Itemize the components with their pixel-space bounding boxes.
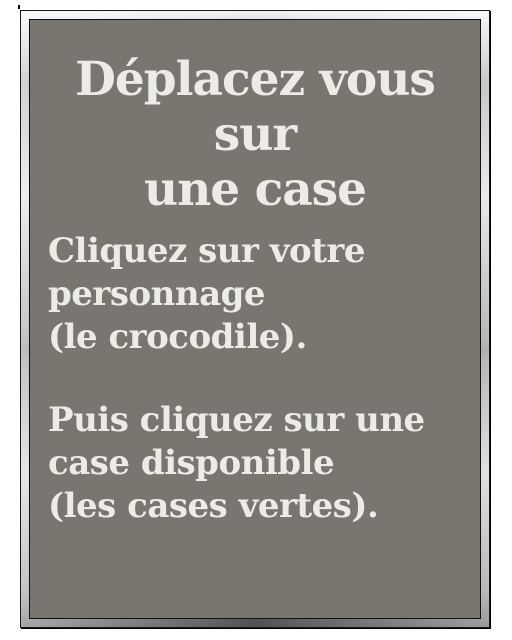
corner-mark	[18, 5, 20, 9]
step2-line-2: case disponible	[48, 443, 335, 483]
instruction-step-2: Puis cliquez sur une case disponible (le…	[48, 399, 470, 528]
step1-line-2: personnage	[48, 274, 266, 314]
step2-line-3: (les cases vertes).	[48, 486, 379, 526]
step1-line-1: Cliquez sur votre	[48, 231, 365, 271]
step1-line-3: (le crocodile).	[48, 317, 307, 357]
step2-line-1: Puis cliquez sur une	[48, 400, 425, 440]
instruction-panel[interactable]: Déplacez vous sur une case Cliquez sur v…	[29, 19, 481, 619]
instruction-frame: Déplacez vous sur une case Cliquez sur v…	[20, 10, 490, 628]
title-line-2: une case	[143, 162, 367, 217]
instruction-title: Déplacez vous sur une case	[30, 20, 480, 217]
screen: { "dialog": { "title_lines": ["Déplacez …	[0, 0, 512, 640]
instruction-step-1: Cliquez sur votre personnage (le crocodi…	[48, 230, 470, 359]
title-line-1: Déplacez vous sur	[75, 52, 436, 162]
